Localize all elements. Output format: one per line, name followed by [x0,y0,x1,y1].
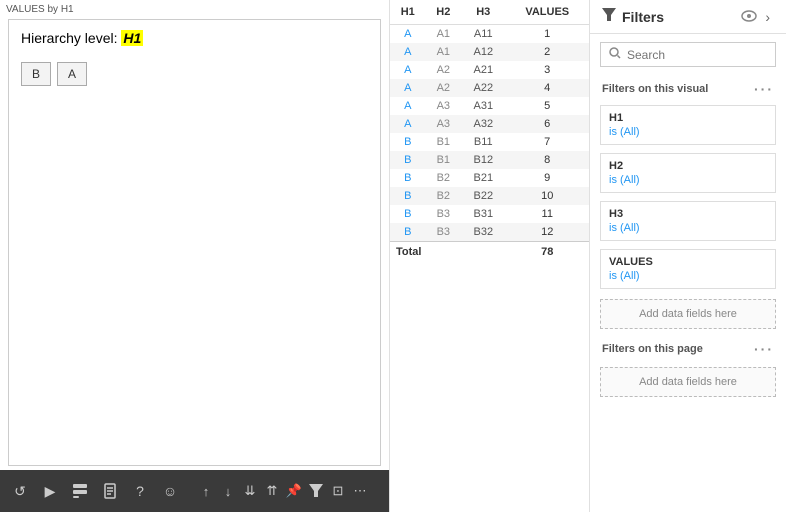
btn-A[interactable]: A [57,62,87,86]
toolbar-play-icon[interactable]: ▶ [38,479,62,503]
table-row: AA3A326 [390,115,589,133]
col-h1: H1 [390,0,426,25]
arrow-up-icon[interactable]: ↑ [196,481,216,501]
toolbar-table-icon[interactable] [68,479,92,503]
chart-label: VALUES by H1 [0,0,389,17]
arrow-up-fork-icon[interactable]: ⇈ [262,481,282,501]
filters-on-visual-label: Filters on this visual ··· [590,75,786,101]
filter-values-title: VALUES [609,256,767,268]
table-row: AA2A224 [390,79,589,97]
arrow-down-double-icon[interactable]: ⇊ [240,481,260,501]
toolbar-help-icon[interactable]: ? [128,479,152,503]
filter-h1-value: is (All) [609,126,767,138]
search-input[interactable] [627,48,767,62]
toolbar-reset-icon[interactable]: ↺ [8,479,32,503]
add-data-fields-visual[interactable]: Add data fields here [600,299,776,329]
arrow-down-icon[interactable]: ↓ [218,481,238,501]
col-h2: H2 [426,0,462,25]
filter-h2-title: H2 [609,160,767,172]
chart-area: Hierarchy level: H1 B A [8,19,381,466]
filter-card-values[interactable]: VALUES is (All) [600,249,776,289]
filter-funnel-icon [602,8,616,25]
right-panel: Filters › Filters on this visual ··· [590,0,786,512]
table-row: AA1A111 [390,25,589,44]
filter-values-value: is (All) [609,270,767,282]
btn-B[interactable]: B [21,62,51,86]
hierarchy-level: Hierarchy level: H1 [21,30,368,46]
search-box[interactable] [600,42,776,67]
main-container: VALUES by H1 Hierarchy level: H1 B A ↺ ▶ [0,0,786,512]
table-row: BB2B219 [390,169,589,187]
hierarchy-highlight: H1 [121,30,143,46]
filter-card-h3[interactable]: H3 is (All) [600,201,776,241]
table-row: BB1B128 [390,151,589,169]
add-data-fields-page[interactable]: Add data fields here [600,367,776,397]
eye-icon[interactable] [741,9,757,25]
table-row: BB2B2210 [390,187,589,205]
table-footer-label: Total [390,242,505,263]
toolbar-doc-icon[interactable] [98,479,122,503]
table-row: AA3A315 [390,97,589,115]
filter-icon[interactable] [306,481,326,501]
chevron-right-icon[interactable]: › [765,9,770,25]
col-values: VALUES [505,0,589,25]
filters-on-page-label: Filters on this page ··· [590,335,786,361]
filter-card-h2[interactable]: H2 is (All) [600,153,776,193]
filters-visual-more[interactable]: ··· [754,81,774,97]
toolbar-smiley-icon[interactable]: ☺ [158,479,182,503]
filter-h1-title: H1 [609,112,767,124]
filter-h3-title: H3 [609,208,767,220]
filters-page-more[interactable]: ··· [754,341,774,357]
table-row: AA2A213 [390,61,589,79]
table-row: BB1B117 [390,133,589,151]
filter-card-h1[interactable]: H1 is (All) [600,105,776,145]
table-panel: H1 H2 H3 VALUES AA1A111AA1A122AA2A213AA2… [390,0,590,512]
table-row: AA1A122 [390,43,589,61]
expand-icon[interactable]: ⊡ [328,481,348,501]
data-table: H1 H2 H3 VALUES AA1A111AA1A122AA2A213AA2… [390,0,589,262]
search-icon [609,47,621,62]
filter-h3-value: is (All) [609,222,767,234]
toolbar-bottom: ↺ ▶ ? ☺ ↑ ↓ [0,470,389,512]
filters-header: Filters › [590,0,786,34]
table-row: BB3B3111 [390,205,589,223]
left-panel: VALUES by H1 Hierarchy level: H1 B A ↺ ▶ [0,0,390,512]
table-row: BB3B3212 [390,223,589,242]
more-icon[interactable]: ⋯ [350,481,370,501]
filters-title: Filters [622,9,737,25]
pin-icon[interactable]: 📌 [284,481,304,501]
buttons-row: B A [21,62,368,86]
col-h3: H3 [461,0,505,25]
filter-h2-value: is (All) [609,174,767,186]
toolbar-arrows: ↑ ↓ ⇊ ⇈ 📌 ⊡ ⋯ [196,481,370,501]
table-footer-value: 78 [505,242,589,263]
